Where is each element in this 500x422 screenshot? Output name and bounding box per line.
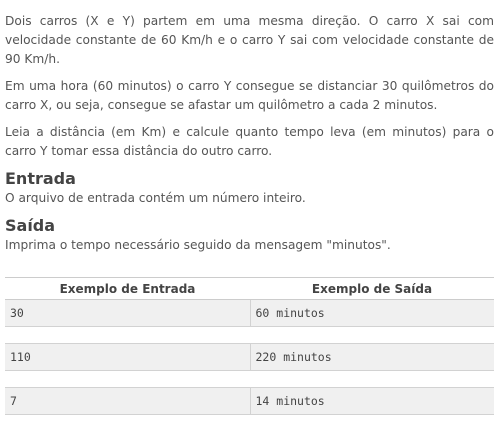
example-output-cell: 60 minutos bbox=[249, 299, 494, 327]
input-section-title: Entrada bbox=[5, 169, 76, 188]
row-spacer bbox=[5, 370, 494, 388]
problem-description: Dois carros (X e Y) partem em uma mesma … bbox=[5, 12, 494, 263]
example-output-header: Exemplo de Saída bbox=[250, 277, 494, 300]
example-input-cell: 110 bbox=[5, 343, 250, 371]
table-row: 7 14 minutos bbox=[5, 387, 494, 415]
example-input-header: Exemplo de Entrada bbox=[5, 277, 250, 300]
example-output-cell: 14 minutos bbox=[249, 387, 494, 415]
example-output-cell: 220 minutos bbox=[249, 343, 494, 371]
example-input-cell: 30 bbox=[5, 299, 250, 327]
table-row: 110 220 minutos bbox=[5, 343, 494, 371]
output-section-title: Saída bbox=[5, 216, 56, 235]
row-spacer bbox=[5, 326, 494, 344]
description-paragraph: Leia a distância (em Km) e calcule quant… bbox=[5, 125, 494, 158]
input-section-text: O arquivo de entrada contém um número in… bbox=[5, 191, 306, 205]
example-input-cell: 7 bbox=[5, 387, 250, 415]
examples-header-row: Exemplo de Entrada Exemplo de Saída bbox=[5, 277, 494, 300]
description-paragraph: Em uma hora (60 minutos) o carro Y conse… bbox=[5, 79, 494, 112]
output-section-text: Imprima o tempo necessário seguido da me… bbox=[5, 238, 391, 252]
description-paragraph: Dois carros (X e Y) partem em uma mesma … bbox=[5, 14, 494, 66]
examples-table: Exemplo de Entrada Exemplo de Saída 30 6… bbox=[5, 277, 494, 415]
table-row: 30 60 minutos bbox=[5, 299, 494, 327]
